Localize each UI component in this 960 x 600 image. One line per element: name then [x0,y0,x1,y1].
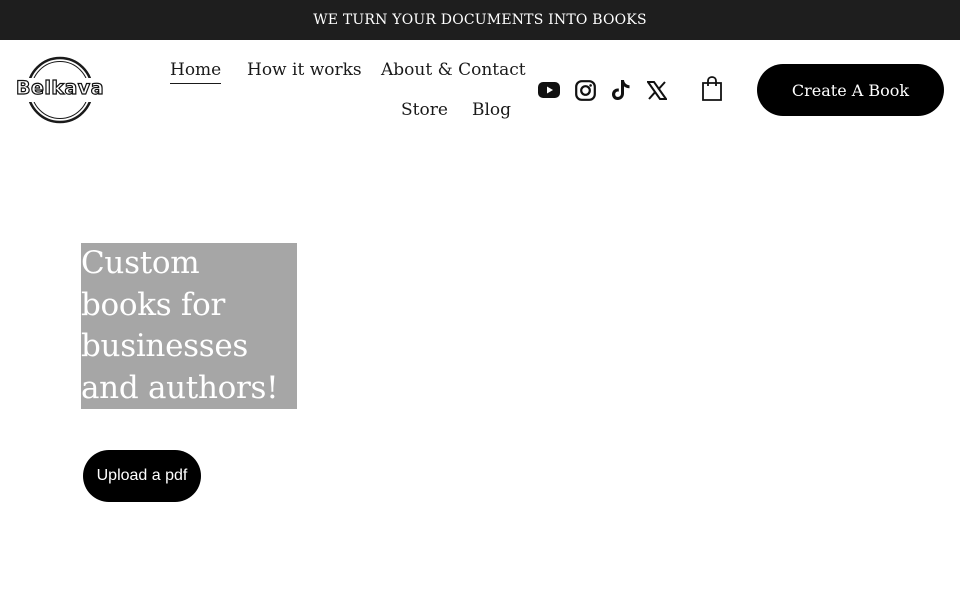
nav-item-about-contact[interactable]: About & Contact [381,60,526,80]
hero-headline: Custom books for businesses and authors! [81,245,279,406]
nav-item-store[interactable]: Store [401,100,448,120]
upload-pdf-button[interactable]: Upload a pdf [83,450,201,502]
tiktok-icon[interactable] [609,78,633,102]
nav-item-how-it-works[interactable]: How it works [247,60,362,80]
announcement-bar: WE TURN YOUR DOCUMENTS INTO BOOKS [0,0,960,40]
logo-link[interactable]: Belkava [14,55,106,125]
youtube-icon[interactable] [537,78,561,102]
create-a-book-button[interactable]: Create A Book [757,64,944,116]
instagram-icon[interactable] [573,78,597,102]
shopping-bag-icon[interactable] [700,75,724,103]
nav-item-home[interactable]: Home [170,60,222,84]
x-icon[interactable] [645,78,669,102]
nav-item-blog[interactable]: Blog [472,100,511,120]
announcement-text: WE TURN YOUR DOCUMENTS INTO BOOKS [313,12,647,28]
hero-headline-box: Custom books for businesses and authors! [81,243,297,409]
logo-text: Belkava [15,76,105,99]
